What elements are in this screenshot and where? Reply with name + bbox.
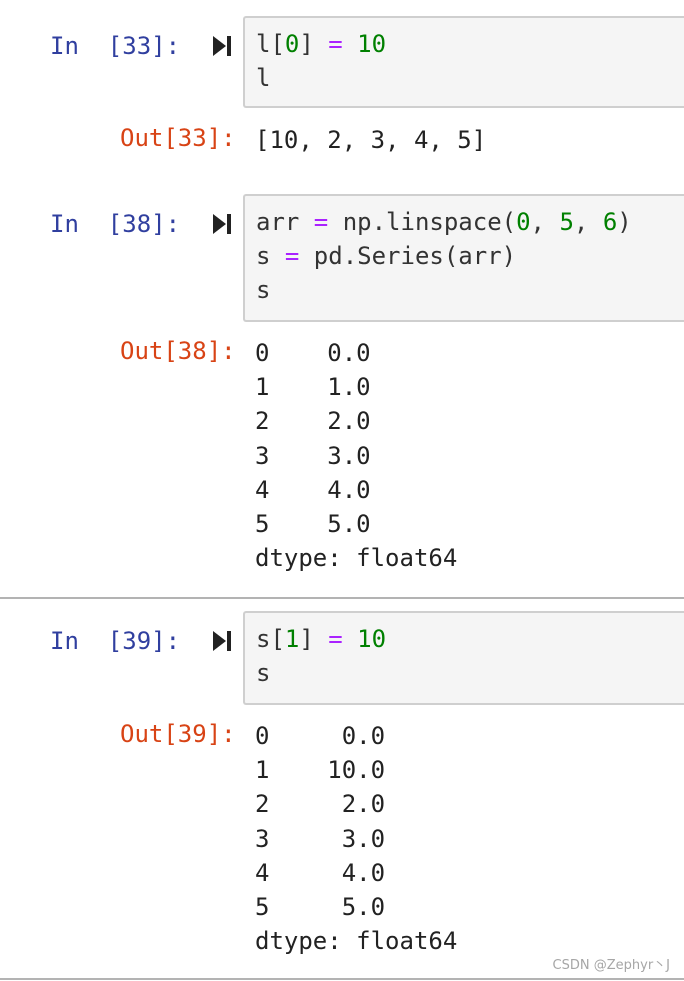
run-cell-icon[interactable] — [212, 213, 232, 235]
code-editor[interactable]: arr = np.linspace(0, 5, 6) s = pd.Series… — [256, 205, 632, 307]
code-input-area[interactable]: s[1] = 10 s — [243, 611, 684, 705]
code-number: 10 — [357, 625, 387, 653]
code-text: , — [530, 208, 560, 236]
code-text: ) — [617, 208, 632, 236]
code-input-area[interactable]: arr = np.linspace(0, 5, 6) s = pd.Series… — [243, 194, 684, 322]
code-operator: = — [284, 242, 300, 270]
code-line: s — [256, 276, 270, 304]
code-text: s — [256, 659, 271, 687]
code-line: l[0] = 10 — [256, 30, 386, 58]
cell-divider — [0, 978, 684, 980]
cell-output: [10, 2, 3, 4, 5] — [255, 126, 487, 154]
code-text: pd.Series(arr) — [299, 242, 517, 270]
output-prompt: Out[38]: — [120, 337, 236, 365]
cell-divider — [0, 597, 684, 599]
code-line: l — [256, 64, 270, 92]
code-number: 5 — [559, 208, 574, 236]
code-number: 1 — [284, 625, 300, 653]
code-text: ] — [299, 625, 329, 653]
code-number: 0 — [516, 208, 531, 236]
code-text: , — [573, 208, 603, 236]
code-text: s[ — [256, 625, 285, 653]
input-prompt: In [33]: — [50, 32, 181, 60]
code-line: s — [256, 659, 270, 687]
output-prompt: Out[39]: — [120, 720, 236, 748]
cell-output: 0 0.0 1 1.0 2 2.0 3 3.0 4 4.0 5 5.0 dtyp… — [255, 339, 458, 573]
code-number: 0 — [284, 30, 300, 58]
code-line: arr = np.linspace(0, 5, 6) — [256, 208, 632, 236]
code-operator: = — [328, 30, 343, 58]
cell-output: 0 0.0 1 10.0 2 2.0 3 3.0 4 4.0 5 5.0 dty… — [255, 722, 458, 956]
run-cell-icon[interactable] — [212, 630, 232, 652]
watermark: CSDN @Zephyr丶J — [552, 958, 670, 973]
code-line: s = pd.Series(arr) — [256, 242, 516, 270]
code-operator: = — [313, 208, 329, 236]
code-text: arr — [256, 208, 314, 236]
code-input-area[interactable]: l[0] = 10 l — [243, 16, 684, 108]
code-text: ] — [299, 30, 329, 58]
code-editor[interactable]: s[1] = 10 s — [256, 622, 386, 690]
output-prompt: Out[33]: — [120, 124, 236, 152]
run-cell-icon[interactable] — [212, 35, 232, 57]
code-editor[interactable]: l[0] = 10 l — [256, 27, 386, 95]
code-text: l[ — [256, 30, 285, 58]
code-operator: = — [328, 625, 343, 653]
code-number: 10 — [357, 30, 387, 58]
code-text: s — [256, 242, 285, 270]
code-line: s[1] = 10 — [256, 625, 386, 653]
code-text: s — [256, 276, 271, 304]
code-text: np.linspace( — [328, 208, 517, 236]
code-text: l — [256, 64, 271, 92]
input-prompt: In [39]: — [50, 627, 181, 655]
code-number: 6 — [602, 208, 618, 236]
input-prompt: In [38]: — [50, 210, 181, 238]
